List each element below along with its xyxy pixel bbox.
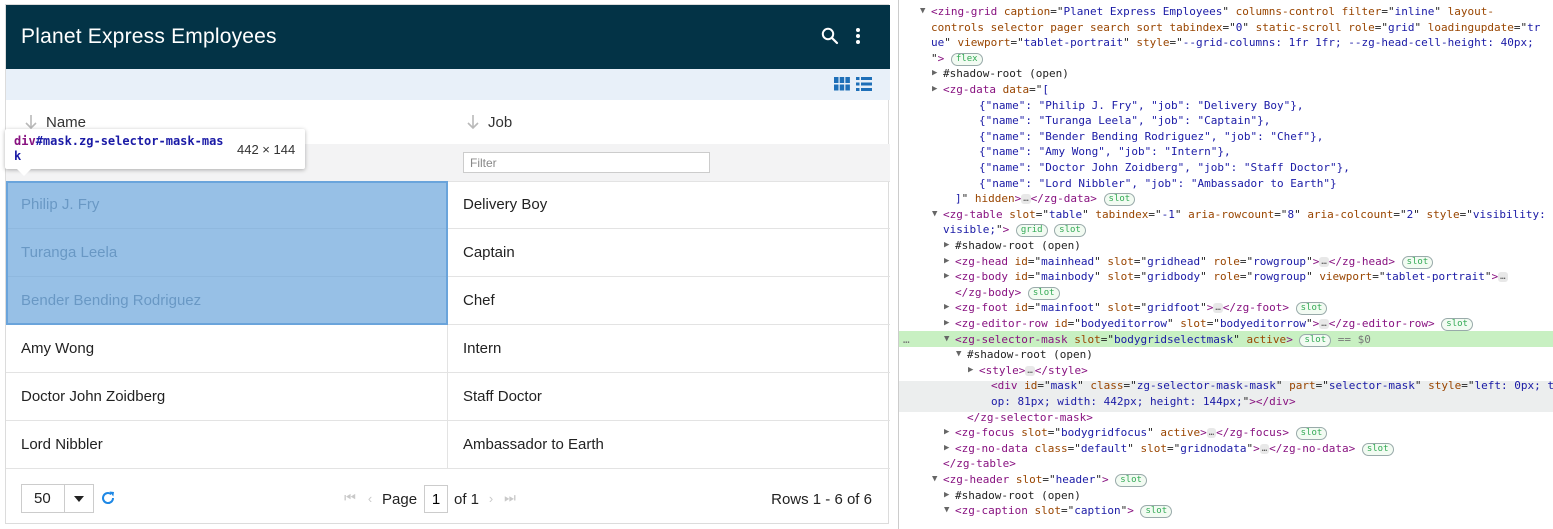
dom-node-line[interactable]: "> flex: [899, 51, 1553, 67]
sort-arrow-icon[interactable]: [466, 113, 480, 131]
column-header-job[interactable]: Job: [466, 100, 512, 144]
selector-mask: [6, 181, 448, 325]
dom-node-line[interactable]: ▶ #shadow-root (open): [899, 238, 1553, 254]
devtools-elements-panel: ▼ <zing-grid caption="Planet Express Empl…: [898, 0, 1553, 529]
dom-node-line[interactable]: ]" hidden>… </zg-data> slot: [899, 191, 1553, 207]
job-cell[interactable]: Captain: [463, 229, 883, 276]
page-label: Page: [382, 491, 418, 508]
tooltip-arrow: [17, 169, 31, 176]
tooltip-id-class: #mask.zg-selector-mask-mask: [14, 134, 224, 163]
layout-controls-bar: [6, 69, 890, 100]
dom-node-line[interactable]: visible;"> grid slot: [899, 222, 1553, 238]
dom-node-line[interactable]: ▶ <zg-body id="mainbody" slot="gridbody" …: [899, 269, 1553, 285]
job-cell[interactable]: Intern: [463, 325, 883, 372]
page-size-value: 50: [34, 490, 51, 507]
column-divider: [447, 325, 448, 372]
dom-node-line[interactable]: {"name": "Doctor John Zoidberg", "job": …: [899, 160, 1553, 176]
column-divider: [447, 373, 448, 420]
search-icon[interactable]: [817, 23, 843, 49]
next-page-icon[interactable]: ›: [485, 491, 497, 506]
dom-node-line[interactable]: </zg-table>: [899, 456, 1553, 472]
dom-node-line[interactable]: ▼ <zg-header slot="header"> slot: [899, 472, 1553, 488]
column-header-label: Job: [488, 113, 513, 131]
table-row[interactable]: Amy Wong Intern: [6, 325, 890, 373]
dom-node-line[interactable]: <div id="mask" class="zg-selector-mask-m…: [899, 378, 1553, 394]
dom-node-line[interactable]: ▼ #shadow-root (open): [899, 347, 1553, 363]
dom-node-line[interactable]: op: 81px; width: 442px; height: 144px;">…: [899, 394, 1553, 410]
dom-node-line[interactable]: ▶ <zg-editor-row id="bodyeditorrow" slot=…: [899, 316, 1553, 332]
tooltip-size: 442 × 144: [237, 142, 296, 157]
dom-node-line[interactable]: ▶ <style>… </style>: [899, 363, 1553, 379]
table-row[interactable]: Doctor John Zoidberg Staff Doctor: [6, 373, 890, 421]
dom-node-line[interactable]: ▼ <zg-table slot="table" tabindex="-1" ar…: [899, 207, 1553, 223]
card-layout-icon[interactable]: [834, 77, 850, 91]
column-divider: [447, 421, 448, 468]
table-row[interactable]: Lord Nibbler Ambassador to Earth: [6, 421, 890, 469]
first-page-icon[interactable]: ⏮: [344, 490, 356, 505]
more-vert-icon[interactable]: [845, 23, 871, 49]
page-count: of 1: [454, 491, 480, 508]
job-cell[interactable]: Staff Doctor: [463, 373, 883, 420]
zing-grid: Planet Express Employees Name Job Philip…: [5, 4, 890, 525]
dom-node-line[interactable]: </zg-selector-mask>: [899, 410, 1553, 426]
dom-node-line[interactable]: ▶ <zg-no-data class="default" slot="gridn…: [899, 441, 1553, 457]
dom-node-line[interactable]: {"name": "Amy Wong", "job": "Intern"},: [899, 144, 1553, 160]
page-number-input[interactable]: [424, 485, 448, 513]
tooltip-tag: div: [14, 134, 36, 148]
dom-node-line[interactable]: ▶ <zg-head id="mainhead" slot="gridhead" …: [899, 254, 1553, 270]
prev-page-icon[interactable]: ‹: [364, 491, 376, 506]
dom-node-line[interactable]: </zg-body> slot: [899, 285, 1553, 301]
grid-pager: 50 ⏮ ‹ Page of 1 › ⏭ Rows 1 - 6 of 6: [6, 468, 890, 525]
dom-node-line[interactable]: … ▼ <zg-selector-mask slot="bodygridselect…: [899, 332, 1553, 348]
dom-node-line[interactable]: {"name": "Bender Bending Rodriguez", "jo…: [899, 129, 1553, 145]
page-size-select[interactable]: 50: [21, 484, 94, 513]
job-filter-input[interactable]: [463, 152, 710, 173]
job-cell[interactable]: Ambassador to Earth: [463, 421, 883, 468]
dom-node-line[interactable]: ▶ <zg-foot id="mainfoot" slot="gridfoot">…: [899, 300, 1553, 316]
dom-node-line[interactable]: ▶ <zg-data data="[: [899, 82, 1553, 98]
dom-node-line[interactable]: {"name": "Philip J. Fry", "job": "Delive…: [899, 98, 1553, 114]
job-cell[interactable]: Chef: [463, 277, 883, 324]
dom-node-line[interactable]: ▶ #shadow-root (open): [899, 66, 1553, 82]
name-cell[interactable]: Amy Wong: [21, 325, 441, 372]
dom-node-line[interactable]: ue" viewport="tablet-portrait" style="--…: [899, 35, 1553, 51]
row-layout-icon[interactable]: [856, 77, 872, 91]
dom-node-line[interactable]: ▶ <zg-focus slot="bodygridfocus" active>……: [899, 425, 1553, 441]
dom-node-line[interactable]: {"name": "Lord Nibbler", "job": "Ambassa…: [899, 176, 1553, 192]
caret-down-icon[interactable]: [64, 485, 93, 512]
column-header-label: Name: [46, 113, 87, 131]
dom-node-line[interactable]: controls selector pager search sort tabi…: [899, 20, 1553, 36]
inspect-tooltip: div#mask.zg-selector-mask-mask 442 × 144: [5, 129, 305, 176]
grid-caption-bar: Planet Express Employees: [6, 5, 890, 69]
rows-info: Rows 1 - 6 of 6: [771, 491, 872, 508]
dom-node-line[interactable]: ▼ <zing-grid caption="Planet Express Empl…: [899, 4, 1553, 20]
last-page-icon[interactable]: ⏭: [504, 490, 516, 505]
tooltip-selector: div#mask.zg-selector-mask-mask: [14, 134, 229, 164]
name-cell[interactable]: Lord Nibbler: [21, 421, 441, 468]
dom-node-line[interactable]: ▼ <zg-caption slot="caption"> slot: [899, 503, 1553, 519]
refresh-icon[interactable]: [100, 490, 116, 506]
dom-node-line[interactable]: ▶ #shadow-root (open): [899, 488, 1553, 504]
dom-node-line[interactable]: {"name": "Turanga Leela", "job": "Captai…: [899, 113, 1553, 129]
job-cell[interactable]: Delivery Boy: [463, 181, 883, 228]
name-cell[interactable]: Doctor John Zoidberg: [21, 373, 441, 420]
grid-caption-title: Planet Express Employees: [21, 25, 277, 48]
